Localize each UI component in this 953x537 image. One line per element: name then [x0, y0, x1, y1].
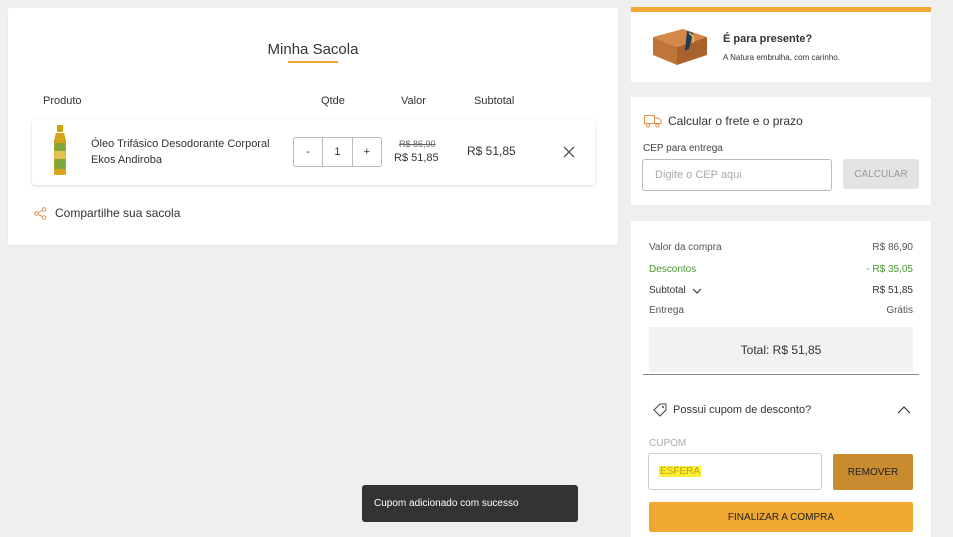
- qty-input[interactable]: 1: [322, 138, 353, 166]
- share-bag-link[interactable]: Compartilhe sua sacola: [34, 206, 180, 220]
- gift-panel[interactable]: É para presente? A Natura embrulha, com …: [631, 7, 931, 82]
- share-label: Compartilhe sua sacola: [55, 206, 181, 220]
- column-header-price: Valor: [401, 95, 426, 107]
- close-icon[interactable]: [562, 145, 576, 159]
- divider: [643, 374, 919, 375]
- discount-value: - R$ 35,05: [866, 264, 913, 275]
- cep-label: CEP para entrega: [643, 143, 723, 154]
- delivery-label: Entrega: [649, 305, 685, 316]
- column-header-subtotal: Subtotal: [474, 95, 515, 107]
- gift-subtitle: A Natura embrulha, com carinho.: [723, 53, 840, 62]
- purchase-row: Valor da compra R$ 86,90: [649, 242, 913, 253]
- column-header-qty: Qtde: [321, 95, 345, 107]
- discount-row: Descontos - R$ 35,05: [649, 264, 913, 275]
- item-subtotal: R$ 51,85: [467, 144, 516, 158]
- title-underline: [288, 61, 338, 63]
- cep-input[interactable]: [642, 159, 832, 191]
- old-price: R$ 86,90: [399, 139, 436, 149]
- quantity-stepper: - 1 +: [293, 137, 382, 167]
- remove-coupon-button[interactable]: REMOVER: [833, 454, 913, 490]
- calculate-button[interactable]: CALCULAR: [843, 159, 919, 189]
- toast-message: Cupom adicionado com sucesso: [374, 498, 519, 509]
- gift-title: É para presente?: [723, 33, 813, 45]
- total-text: Total: R$ 51,85: [740, 342, 822, 357]
- share-icon: [34, 206, 47, 220]
- discount-label: Descontos: [649, 264, 697, 275]
- column-header-product: Produto: [43, 95, 82, 107]
- freight-title: Calcular o frete e o prazo: [668, 114, 803, 128]
- truck-icon: [644, 115, 662, 128]
- checkout-button[interactable]: FINALIZAR A COMPRA: [649, 502, 913, 532]
- subtotal-label: Subtotal: [649, 285, 686, 296]
- qty-decrease-button[interactable]: -: [294, 138, 322, 166]
- product-name[interactable]: Óleo Trifásico Desodorante Corporal Ekos…: [91, 136, 276, 168]
- delivery-value: Grátis: [886, 305, 913, 316]
- qty-increase-button[interactable]: +: [353, 138, 381, 166]
- purchase-value: R$ 86,90: [872, 242, 913, 253]
- subtotal-row[interactable]: Subtotal R$ 51,85: [649, 285, 913, 296]
- current-price: R$ 51,85: [394, 152, 439, 164]
- freight-panel: Calcular o frete e o prazo CEP para entr…: [631, 97, 931, 205]
- delivery-row: Entrega Grátis: [649, 305, 913, 316]
- page-title: Minha Sacola: [267, 41, 359, 58]
- coupon-value: ESFERA: [659, 466, 702, 477]
- subtotal-value: R$ 51,85: [872, 285, 913, 296]
- coupon-toggle[interactable]: Possui cupom de desconto?: [653, 403, 811, 417]
- coupon-label: CUPOM: [649, 438, 687, 449]
- purchase-label: Valor da compra: [649, 242, 722, 253]
- coupon-input[interactable]: ESFERA: [648, 453, 822, 490]
- product-row: Óleo Trifásico Desodorante Corporal Ekos…: [32, 119, 595, 185]
- order-summary-panel: Valor da compra R$ 86,90 Descontos - R$ …: [631, 221, 931, 537]
- chevron-down-icon[interactable]: [692, 288, 702, 294]
- product-image: [54, 125, 66, 175]
- tag-icon: [653, 403, 667, 417]
- bag-card: Minha Sacola Produto Qtde Valor Subtotal…: [8, 8, 618, 245]
- gift-box-icon: [653, 29, 707, 65]
- coupon-question: Possui cupom de desconto?: [673, 404, 812, 416]
- toast-notification: Cupom adicionado com sucesso: [362, 485, 578, 522]
- chevron-up-icon[interactable]: [897, 405, 911, 415]
- total-box: Total: R$ 51,85: [649, 327, 913, 372]
